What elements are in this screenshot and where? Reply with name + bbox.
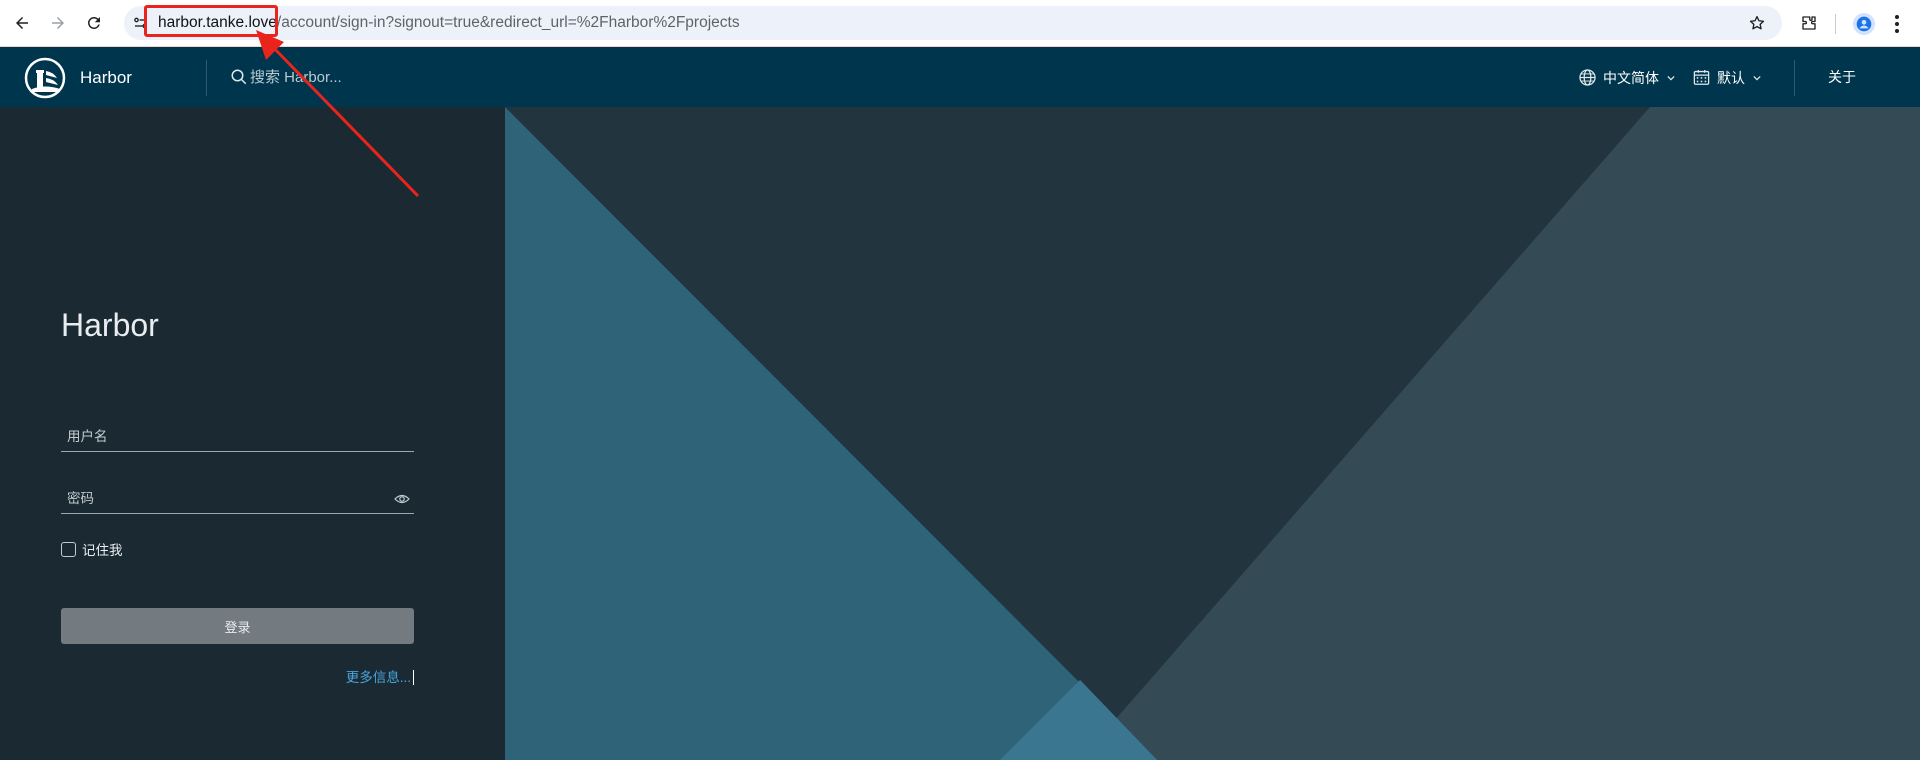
app-header: Harbor 中文简体 默认 关于 <box>0 48 1920 107</box>
chevron-down-icon <box>1753 75 1761 80</box>
background-art <box>505 107 1920 760</box>
reload-icon <box>87 16 100 29</box>
search-icon <box>231 69 247 85</box>
address-bar[interactable]: harbor.tanke.love/account/sign-in?signou… <box>124 6 1782 40</box>
arrow-right-icon <box>52 17 64 29</box>
theme-dropdown[interactable]: 默认 <box>1692 48 1761 107</box>
username-field[interactable] <box>61 422 414 452</box>
arrow-left-icon <box>16 17 28 29</box>
reload-button[interactable] <box>80 9 108 37</box>
extensions-icon[interactable] <box>1800 14 1818 32</box>
language-label: 中文简体 <box>1603 69 1659 86</box>
login-panel: Harbor 记住我 登录 更多信息... <box>0 107 505 760</box>
browser-toolbar: harbor.tanke.love/account/sign-in?signou… <box>0 0 1920 47</box>
remember-me-checkbox[interactable] <box>61 541 76 557</box>
url-host: harbor.tanke.love <box>158 14 277 31</box>
remember-me-row[interactable]: 记住我 <box>61 539 123 559</box>
toolbar-divider <box>1835 14 1836 34</box>
calendar-icon <box>1693 69 1710 85</box>
header-divider <box>206 60 207 96</box>
brand-name[interactable]: Harbor <box>80 48 132 107</box>
remember-me-label[interactable]: 记住我 <box>82 539 123 559</box>
url-path: /account/sign-in?signout=true&redirect_u… <box>276 14 740 31</box>
login-title: Harbor <box>61 307 159 343</box>
bookmark-star-icon[interactable] <box>1748 14 1766 32</box>
about-link[interactable]: 关于 <box>1828 48 1856 107</box>
search-input[interactable] <box>250 64 450 90</box>
globe-icon <box>1579 69 1596 86</box>
chevron-down-icon <box>1667 75 1675 80</box>
back-button[interactable] <box>8 9 36 37</box>
username-input[interactable] <box>61 422 414 451</box>
more-vert-icon[interactable] <box>1892 12 1902 36</box>
site-settings-icon[interactable] <box>132 14 150 32</box>
header-divider <box>1794 60 1795 96</box>
forward-button[interactable] <box>44 9 72 37</box>
more-info-link[interactable]: 更多信息... <box>346 666 414 686</box>
theme-label: 默认 <box>1717 69 1745 86</box>
password-input[interactable] <box>61 484 414 513</box>
profile-button[interactable] <box>1853 13 1875 35</box>
url-text[interactable]: harbor.tanke.love/account/sign-in?signou… <box>158 6 740 40</box>
eye-icon[interactable] <box>394 493 410 505</box>
language-dropdown[interactable]: 中文简体 <box>1578 48 1675 107</box>
password-field[interactable] <box>61 484 414 514</box>
login-button[interactable]: 登录 <box>61 608 414 644</box>
person-icon <box>1856 16 1872 32</box>
harbor-logo-icon[interactable] <box>24 57 66 99</box>
